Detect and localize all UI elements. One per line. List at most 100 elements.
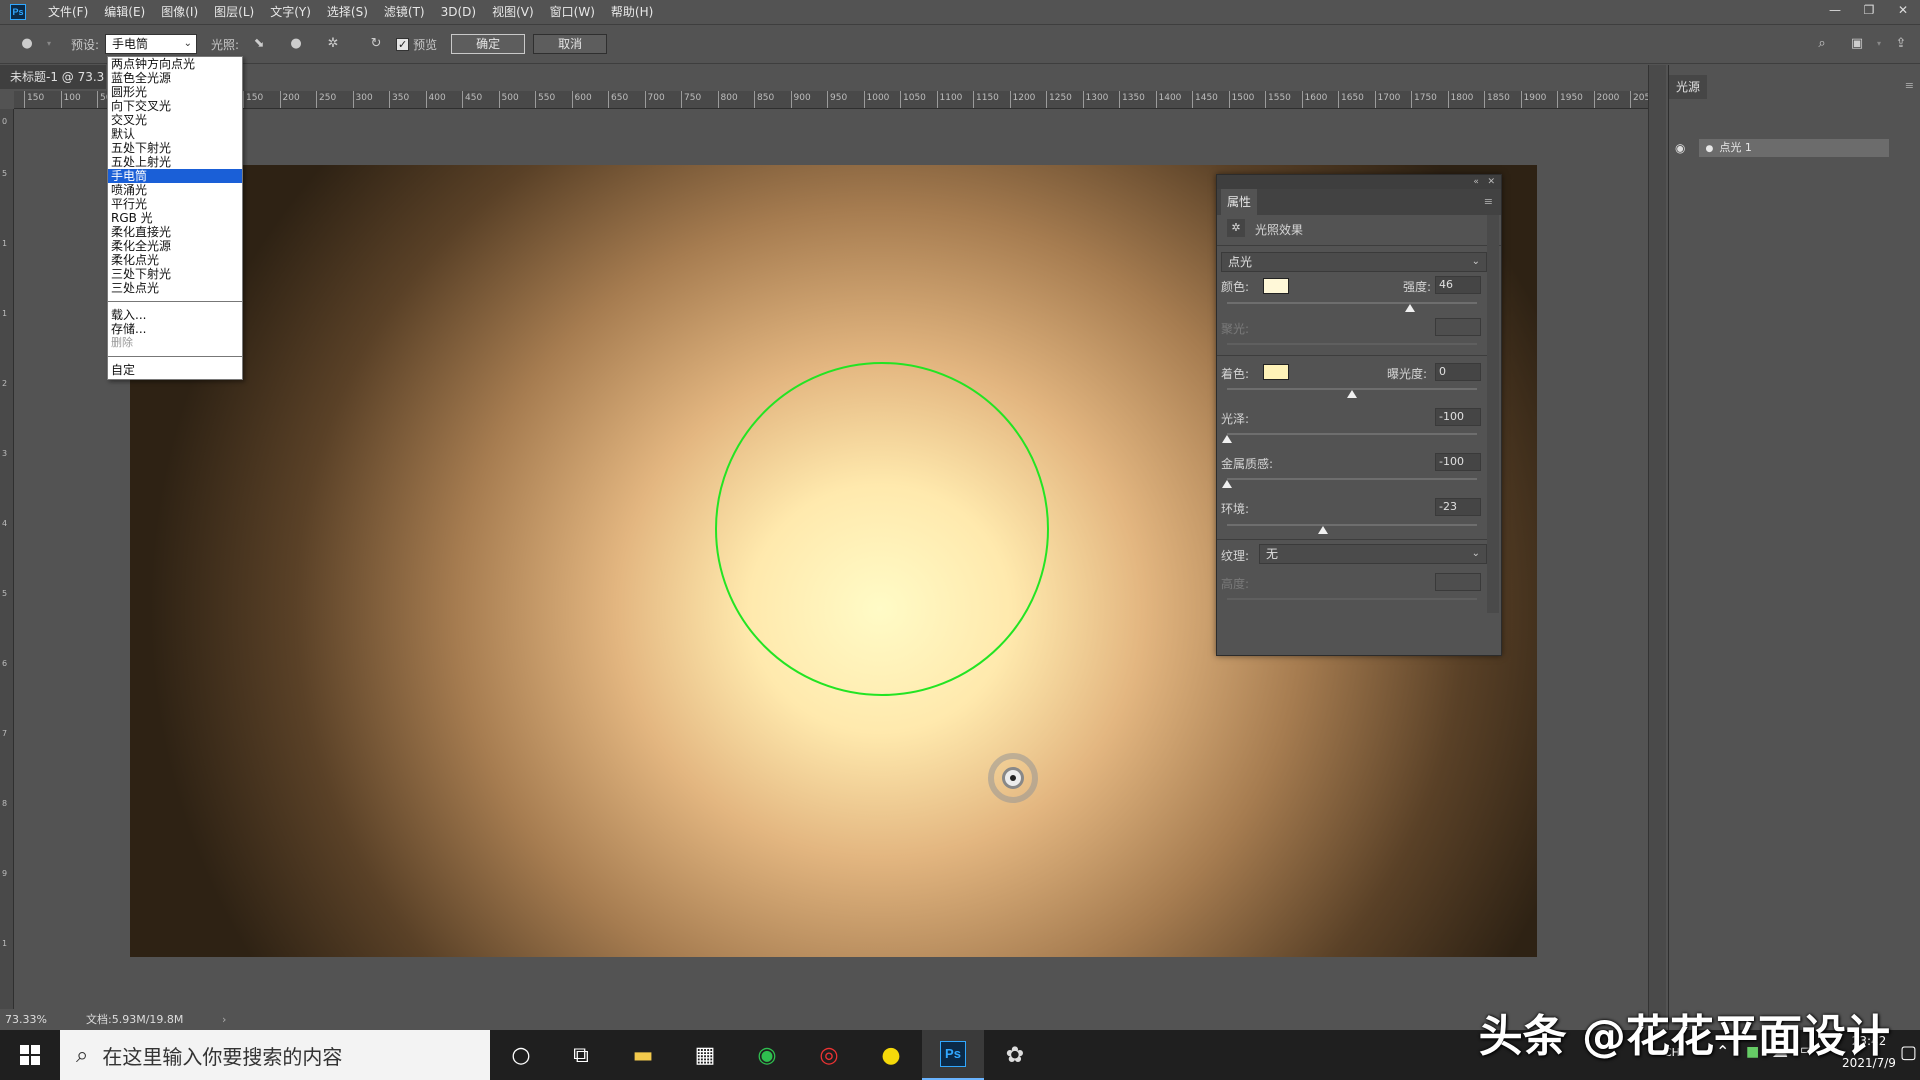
preset-load-item[interactable]: 载入... xyxy=(108,308,242,322)
light-entry[interactable]: ● 点光 1 xyxy=(1699,139,1890,157)
preset-item[interactable]: 五处下射光 xyxy=(108,141,242,155)
preset-item[interactable]: 交叉光 xyxy=(108,113,242,127)
gloss-slider-thumb[interactable] xyxy=(1222,435,1232,443)
menu-window[interactable]: 窗口(W) xyxy=(542,0,603,24)
light-bulb-tool-icon[interactable]: ● xyxy=(16,33,38,55)
chevron-right-icon[interactable]: › xyxy=(222,1012,226,1028)
metallic-slider-track[interactable] xyxy=(1227,478,1477,480)
panel-menu-icon[interactable]: ≡ xyxy=(1905,79,1914,92)
ruler-tick-label: 1350 xyxy=(1122,93,1145,103)
preset-item[interactable]: 手电筒 xyxy=(108,169,242,183)
preset-item[interactable]: RGB 光 xyxy=(108,211,242,225)
preset-select[interactable]: 手电筒 ⌄ xyxy=(105,34,198,54)
document-tab[interactable]: 未标题-1 @ 73.3 xyxy=(0,65,106,89)
properties-scrollbar[interactable] xyxy=(1487,215,1499,613)
preset-dropdown-menu: 两点钟方向点光 蓝色全光源 圆形光 向下交叉光 交叉光 默认 五处下射光 五处上射光 手电筒 喷涌… xyxy=(107,56,243,380)
preset-item[interactable]: 三处点光 xyxy=(108,281,242,295)
paint-app-icon[interactable]: ✿ xyxy=(984,1030,1046,1080)
cortana-icon[interactable]: ○ xyxy=(490,1030,552,1080)
intensity-slider-thumb[interactable] xyxy=(1404,304,1415,312)
workspace-icon[interactable]: ▣ xyxy=(1846,33,1868,55)
menu-filter[interactable]: 滤镜(T) xyxy=(376,0,433,24)
preset-item[interactable]: 柔化直接光 xyxy=(108,225,242,239)
menu-select[interactable]: 选择(S) xyxy=(319,0,376,24)
point-light-icon[interactable]: ● xyxy=(285,33,307,55)
color-swatch[interactable] xyxy=(1263,278,1289,294)
lights-panel-tab[interactable]: 光源 xyxy=(1669,75,1707,99)
menu-view[interactable]: 视图(V) xyxy=(484,0,542,24)
infinite-light-icon[interactable]: ✲ xyxy=(322,33,344,55)
properties-tab[interactable]: 属性 xyxy=(1221,189,1257,215)
close-icon[interactable]: ✕ xyxy=(1886,0,1920,20)
windows-start-icon[interactable] xyxy=(0,1030,60,1080)
preset-item[interactable]: 默认 xyxy=(108,127,242,141)
ruler-tick-label: 950 xyxy=(830,93,848,103)
menu-help[interactable]: 帮助(H) xyxy=(603,0,661,24)
restore-icon[interactable]: ❐ xyxy=(1852,0,1886,20)
ruler-tick xyxy=(827,91,828,108)
photoshop-taskbar-icon[interactable]: Ps xyxy=(922,1030,984,1080)
exposure-slider-thumb[interactable] xyxy=(1347,390,1357,398)
metallic-input[interactable]: -100 xyxy=(1435,453,1481,471)
spot-light-icon[interactable]: ⬊ xyxy=(248,33,270,55)
cancel-button[interactable]: 取消 xyxy=(533,34,608,54)
light-position-handle[interactable] xyxy=(988,753,1038,803)
netease-music-icon[interactable]: ◎ xyxy=(798,1030,860,1080)
texture-select[interactable]: 无 ⌄ xyxy=(1259,544,1487,564)
menu-type[interactable]: 文字(Y) xyxy=(262,0,319,24)
gloss-slider-track[interactable] xyxy=(1227,433,1477,435)
preset-item[interactable]: 平行光 xyxy=(108,197,242,211)
height-slider-track xyxy=(1227,598,1477,600)
taskbar-search-box[interactable]: ⌕ 在这里输入你要搜索的内容 xyxy=(60,1030,490,1080)
task-view-icon[interactable]: ⧉ xyxy=(550,1030,612,1080)
ambience-slider-thumb[interactable] xyxy=(1318,526,1329,534)
preset-item[interactable]: 向下交叉光 xyxy=(108,99,242,113)
preset-item[interactable]: 蓝色全光源 xyxy=(108,71,242,85)
ok-button[interactable]: 确定 xyxy=(451,34,526,54)
search-icon[interactable]: ⌕ xyxy=(1811,33,1833,55)
notification-icon[interactable]: ▢ xyxy=(1900,1042,1917,1063)
colorize-swatch[interactable] xyxy=(1263,364,1289,380)
preset-item[interactable]: 两点钟方向点光 xyxy=(108,57,242,71)
qq-music-icon[interactable]: ● xyxy=(860,1030,922,1080)
visibility-eye-icon[interactable]: ◉ xyxy=(1675,141,1685,155)
photoshop-logo-icon: Ps xyxy=(10,4,26,20)
menu-file[interactable]: 文件(F) xyxy=(40,0,96,24)
menu-layer[interactable]: 图层(L) xyxy=(206,0,262,24)
reset-light-icon[interactable]: ↻ xyxy=(365,33,387,55)
menu-3d[interactable]: 3D(D) xyxy=(433,0,484,24)
chevron-down-icon[interactable]: ▾ xyxy=(1874,33,1884,55)
share-icon[interactable]: ⇪ xyxy=(1890,33,1912,55)
ambience-slider-track[interactable] xyxy=(1227,524,1477,526)
preset-custom-item[interactable]: 自定 xyxy=(108,363,242,377)
preset-item[interactable]: 柔化全光源 xyxy=(108,239,242,253)
menu-edit[interactable]: 编辑(E) xyxy=(96,0,153,24)
light-radius-ring[interactable] xyxy=(715,362,1049,696)
menu-image[interactable]: 图像(I) xyxy=(153,0,206,24)
gloss-input[interactable]: -100 xyxy=(1435,408,1481,426)
preset-save-item[interactable]: 存储... xyxy=(108,322,242,336)
chevron-down-icon[interactable]: ▾ xyxy=(44,33,54,55)
intensity-slider-track[interactable] xyxy=(1227,302,1477,304)
zoom-level[interactable]: 73.33% xyxy=(5,1012,47,1028)
intensity-input[interactable]: 46 xyxy=(1435,276,1481,294)
store-icon[interactable]: ▦ xyxy=(674,1030,736,1080)
exposure-input[interactable]: 0 xyxy=(1435,363,1481,381)
light-list-row[interactable]: ◉ ● 点光 1 xyxy=(1675,137,1915,159)
preset-item[interactable]: 圆形光 xyxy=(108,85,242,99)
ruler-tick xyxy=(425,91,427,108)
preset-label: 预设: xyxy=(71,37,100,52)
preset-item[interactable]: 柔化点光 xyxy=(108,253,242,267)
metallic-slider-thumb[interactable] xyxy=(1222,480,1232,488)
preview-checkbox[interactable]: ✓ xyxy=(396,37,410,51)
light-type-select[interactable]: 点光 ⌄ xyxy=(1221,252,1487,272)
panel-menu-icon[interactable]: ≡ xyxy=(1484,195,1493,208)
preset-item[interactable]: 三处下射光 xyxy=(108,267,242,281)
ambience-input[interactable]: -23 xyxy=(1435,498,1481,516)
preset-item[interactable]: 喷涌光 xyxy=(108,183,242,197)
file-explorer-icon[interactable]: ▬ xyxy=(612,1030,674,1080)
panel-collapse-icon[interactable]: « ✕ xyxy=(1217,175,1501,189)
browser-icon[interactable]: ◉ xyxy=(736,1030,798,1080)
preset-item[interactable]: 五处上射光 xyxy=(108,155,242,169)
minimize-icon[interactable]: — xyxy=(1818,0,1852,20)
